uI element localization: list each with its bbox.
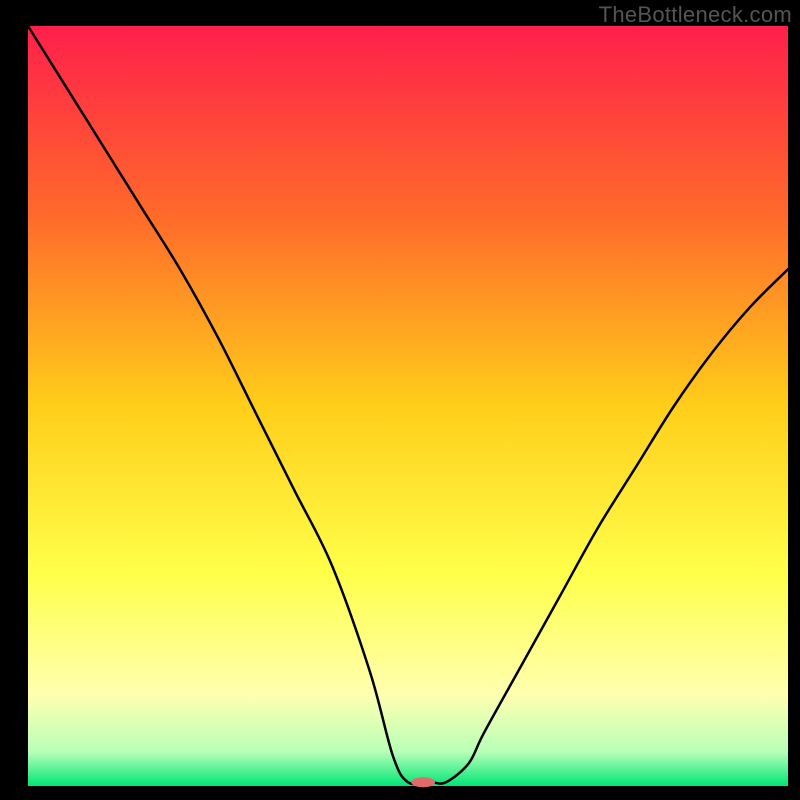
- watermark-label: TheBottleneck.com: [599, 2, 792, 28]
- optimal-marker: [411, 777, 435, 787]
- chart-frame: TheBottleneck.com: [0, 0, 800, 800]
- bottleneck-chart: [0, 0, 800, 800]
